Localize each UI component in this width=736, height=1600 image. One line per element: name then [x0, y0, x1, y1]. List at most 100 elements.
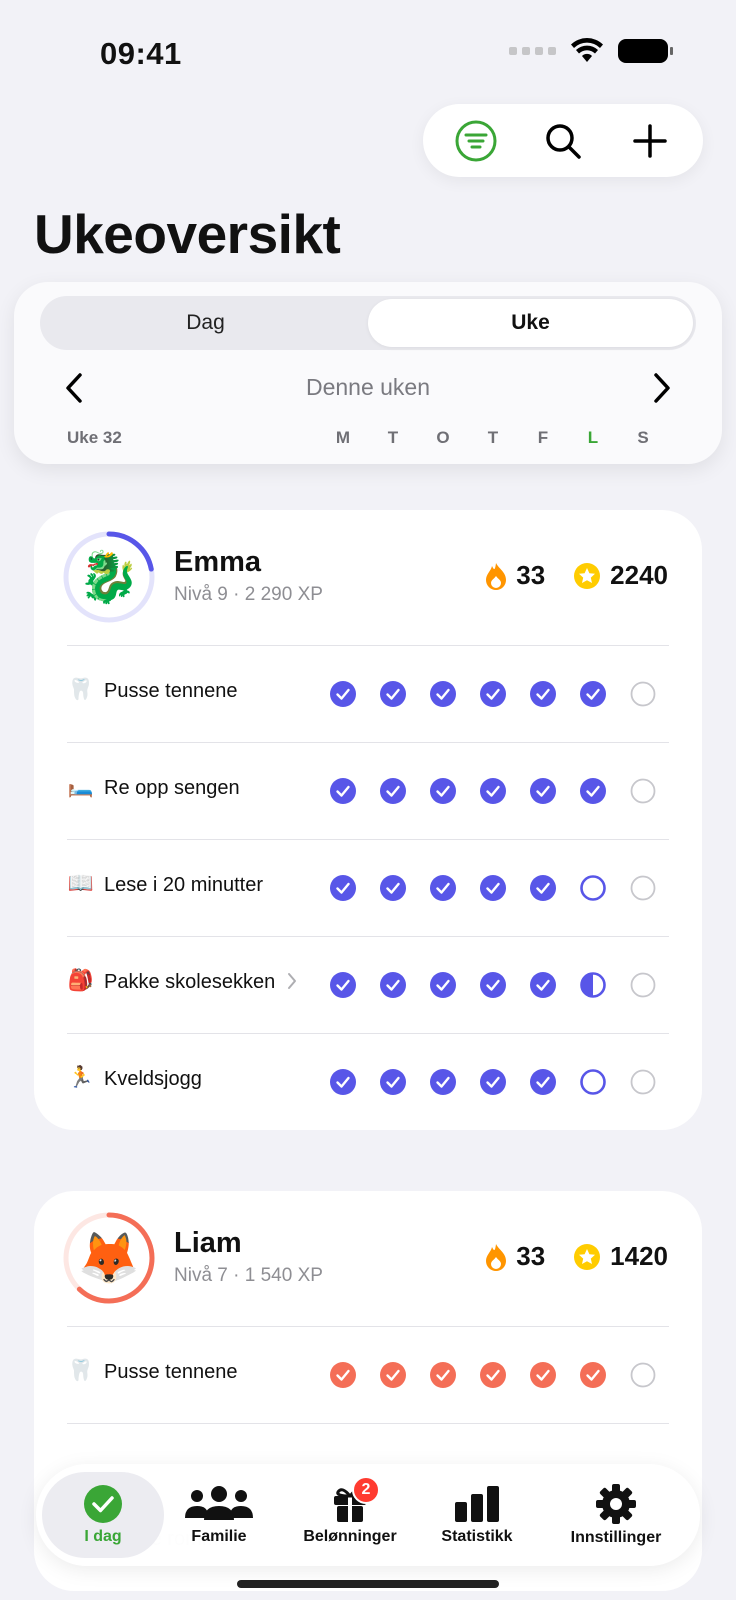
- day-check-4[interactable]: [530, 1362, 556, 1388]
- task-row[interactable]: 🦷 Pusse tennene: [34, 646, 702, 742]
- day-check-2[interactable]: [430, 972, 456, 998]
- tab-belonninger[interactable]: Belønninger 2: [286, 1472, 414, 1558]
- day-check-5[interactable]: [580, 1362, 606, 1388]
- status-bar: 09:41: [0, 0, 736, 100]
- day-check-2[interactable]: [430, 1069, 456, 1095]
- tab-statistikk[interactable]: Statistikk: [422, 1472, 532, 1558]
- gear-icon: [596, 1484, 636, 1524]
- day-check-1[interactable]: [380, 875, 406, 901]
- tab-label: Statistikk: [441, 1528, 513, 1545]
- day-check-4[interactable]: [530, 1069, 556, 1095]
- day-check-1[interactable]: [380, 681, 406, 707]
- day-letter: L: [587, 428, 599, 447]
- week-selector: Dag Uke Denne uken Uke 32 M T O T F L S: [14, 282, 722, 464]
- segment-uke[interactable]: Uke: [368, 299, 693, 347]
- day-check-5[interactable]: [580, 972, 606, 998]
- day-check-4[interactable]: [530, 778, 556, 804]
- task-label: Pusse tennene: [104, 1361, 238, 1383]
- tab-familie[interactable]: Familie: [164, 1472, 274, 1558]
- avatar-emoji: 🦊: [77, 1229, 141, 1286]
- points-count: 1420: [610, 1241, 668, 1271]
- day-check-3[interactable]: [480, 972, 506, 998]
- avatar-emoji: 🐉: [77, 548, 141, 605]
- task-label: Pusse tennene: [104, 680, 238, 702]
- day-check-1[interactable]: [380, 778, 406, 804]
- day-check-4[interactable]: [530, 972, 556, 998]
- checkmark-circle-icon: [84, 1485, 122, 1523]
- filter-icon: [455, 120, 497, 161]
- week-navigation: Denne uken: [14, 364, 722, 414]
- day-check-6[interactable]: [630, 778, 656, 804]
- day-check-4[interactable]: [530, 875, 556, 901]
- day-check-3[interactable]: [480, 681, 506, 707]
- toolbar: [423, 104, 703, 177]
- task-row[interactable]: 🦷 Pusse tennene: [34, 1327, 702, 1423]
- points-stat: 2240: [573, 560, 668, 591]
- day-check-0[interactable]: [330, 1362, 356, 1388]
- day-check-1[interactable]: [380, 1362, 406, 1388]
- people-icon: [185, 1486, 253, 1520]
- day-check-6[interactable]: [630, 1362, 656, 1388]
- week-number: Uke 32: [67, 428, 122, 447]
- task-emoji: 🦷: [67, 678, 95, 701]
- week-period-label: Denne uken: [305, 374, 431, 400]
- filter-button[interactable]: [446, 111, 506, 171]
- tab-bar: I dag Familie Belønninger 2 Statistikk I…: [36, 1464, 700, 1566]
- child-level: Nivå 9 · 2 290 XP: [174, 584, 323, 605]
- tab-innstillinger[interactable]: Innstillinger: [546, 1472, 686, 1558]
- day-check-3[interactable]: [480, 778, 506, 804]
- day-check-6[interactable]: [630, 972, 656, 998]
- task-row[interactable]: 🏃 Kveldsjogg: [34, 1034, 702, 1130]
- add-button[interactable]: [620, 111, 680, 171]
- task-label: Lese i 20 minutter: [104, 874, 263, 896]
- day-check-2[interactable]: [430, 778, 456, 804]
- child-level: Nivå 7 · 1 540 XP: [174, 1265, 323, 1286]
- day-check-5[interactable]: [580, 875, 606, 901]
- task-label: Pakke skolesekken: [104, 971, 276, 993]
- day-check-2[interactable]: [430, 1362, 456, 1388]
- day-check-1[interactable]: [380, 972, 406, 998]
- day-check-2[interactable]: [430, 681, 456, 707]
- day-check-0[interactable]: [330, 1069, 356, 1095]
- search-button[interactable]: [533, 111, 593, 171]
- task-row[interactable]: 🛏️ Re opp sengen: [34, 743, 702, 839]
- day-check-5[interactable]: [580, 681, 606, 707]
- star-coin-icon: [574, 562, 601, 589]
- points-stat: 1420: [573, 1241, 668, 1272]
- day-check-2[interactable]: [430, 875, 456, 901]
- day-letter: M: [335, 428, 351, 447]
- next-week-button[interactable]: [640, 366, 684, 410]
- task-emoji: 🎒: [67, 969, 95, 992]
- task-row[interactable]: 📖 Lese i 20 minutter: [34, 840, 702, 936]
- day-check-4[interactable]: [530, 681, 556, 707]
- points-count: 2240: [610, 560, 668, 590]
- task-row[interactable]: 🎒 Pakke skolesekken: [34, 937, 702, 1033]
- rewards-badge: 2: [352, 1476, 380, 1504]
- day-check-0[interactable]: [330, 778, 356, 804]
- day-check-0[interactable]: [330, 972, 356, 998]
- status-time: 09:41: [100, 36, 182, 71]
- day-letter: T: [387, 428, 399, 447]
- day-check-3[interactable]: [480, 875, 506, 901]
- day-check-6[interactable]: [630, 1069, 656, 1095]
- day-check-5[interactable]: [580, 1069, 606, 1095]
- day-check-5[interactable]: [580, 778, 606, 804]
- day-check-6[interactable]: [630, 681, 656, 707]
- wifi-icon: [571, 38, 603, 62]
- avatar[interactable]: 🦊: [62, 1211, 156, 1305]
- day-check-1[interactable]: [380, 1069, 406, 1095]
- day-check-0[interactable]: [330, 875, 356, 901]
- chevron-right-icon[interactable]: [286, 971, 298, 991]
- day-check-3[interactable]: [480, 1362, 506, 1388]
- plus-icon: [632, 123, 667, 158]
- segment-dag[interactable]: Dag: [43, 299, 368, 347]
- tab-label: Familie: [191, 1528, 247, 1545]
- day-check-6[interactable]: [630, 875, 656, 901]
- flame-icon: [486, 1243, 507, 1271]
- flame-icon: [486, 562, 507, 590]
- tab-i-dag[interactable]: I dag: [42, 1472, 164, 1558]
- day-check-0[interactable]: [330, 681, 356, 707]
- avatar[interactable]: 🐉: [62, 530, 156, 624]
- cellular-signal-icon: [509, 47, 556, 55]
- day-check-3[interactable]: [480, 1069, 506, 1095]
